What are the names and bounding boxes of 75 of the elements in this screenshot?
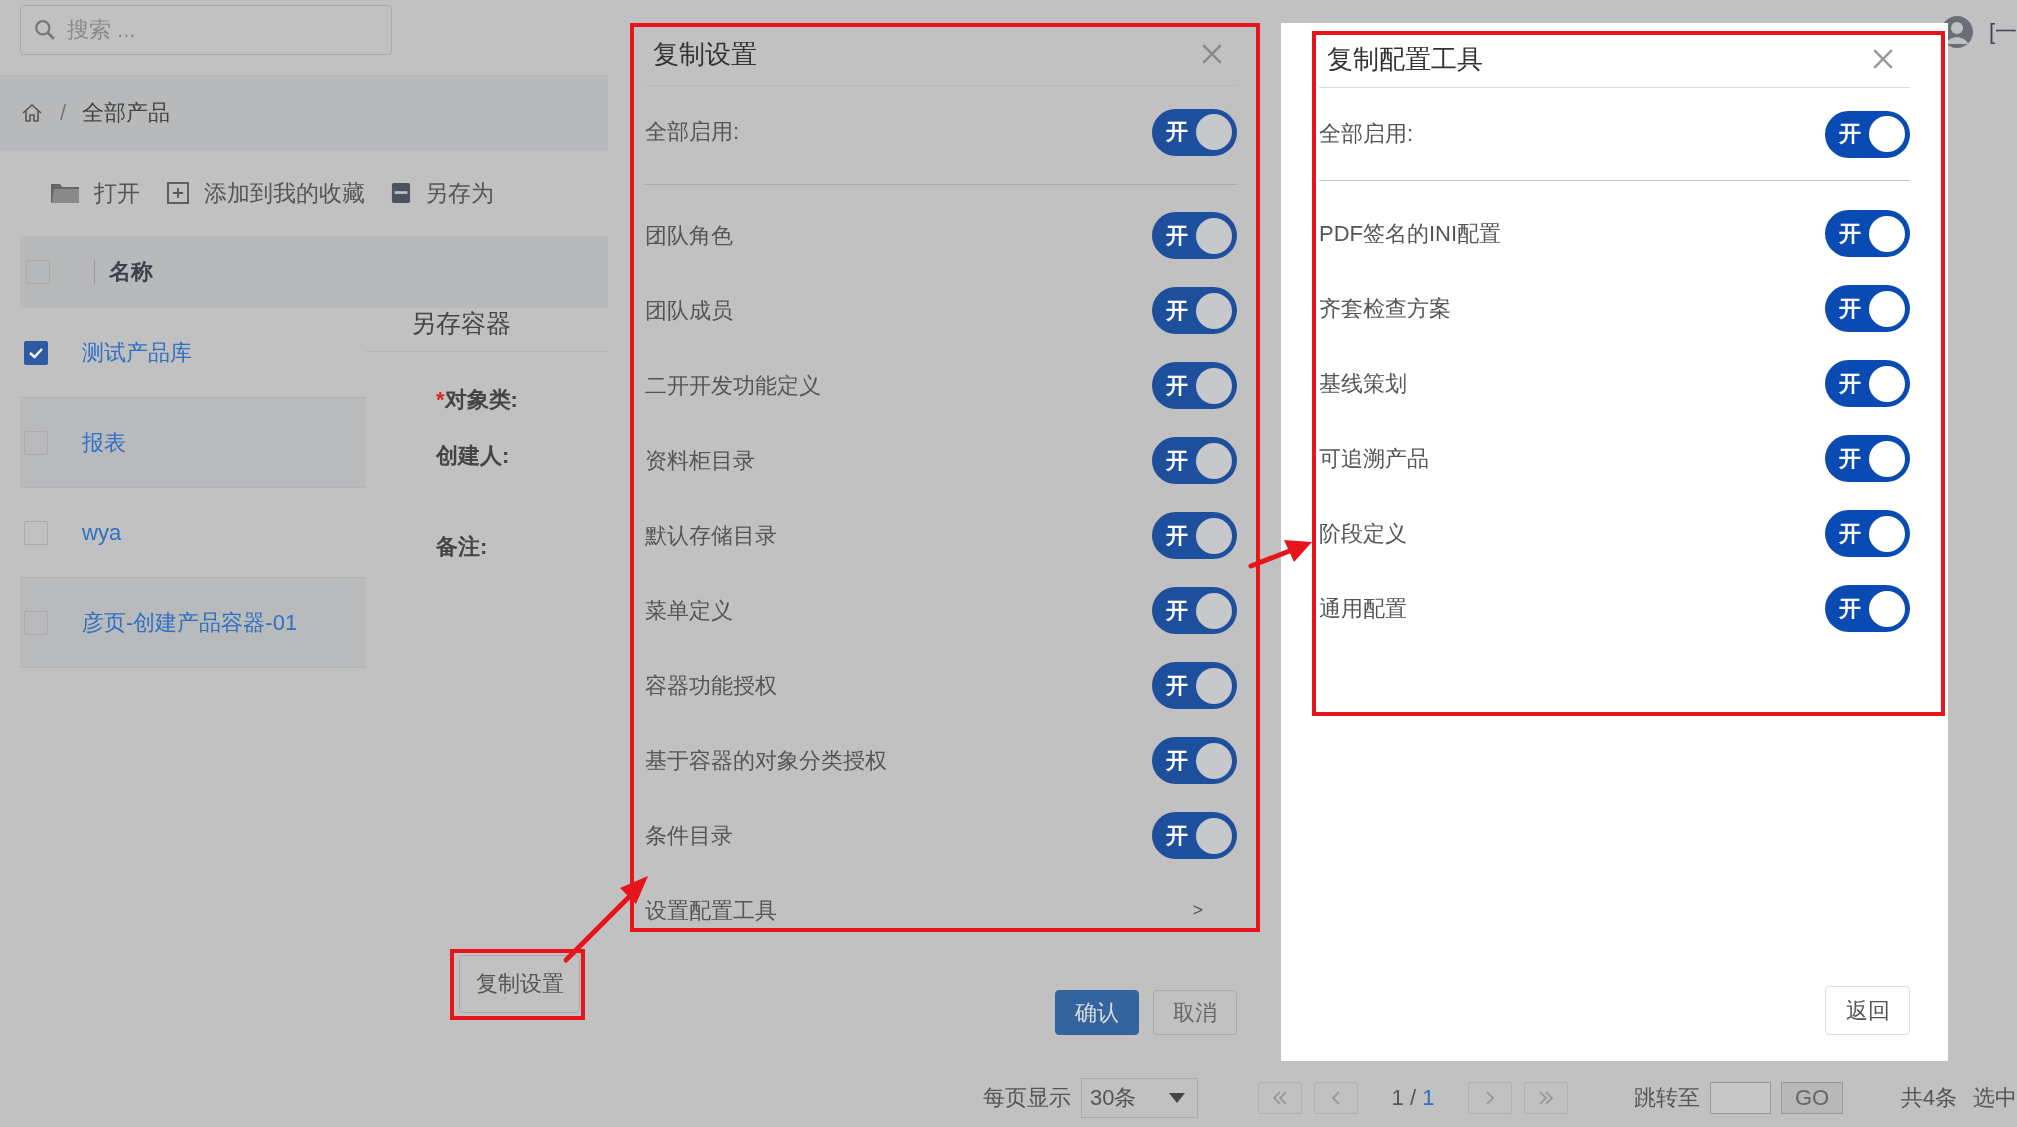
copy-settings-button[interactable]: 复制设置	[459, 955, 580, 1013]
chevron-right-icon	[1485, 1091, 1496, 1105]
toggle-switch[interactable]: 开	[1152, 287, 1237, 334]
page-size-select[interactable]: 30条	[1081, 1078, 1198, 1118]
total-count: 共4条	[1900, 1084, 1957, 1112]
page-size-label: 每页显示	[983, 1084, 1071, 1112]
column-header: 名称	[109, 258, 153, 286]
panel-title: 另存容器	[366, 296, 608, 352]
dialog-title: 复制设置	[653, 37, 757, 71]
back-button[interactable]: 返回	[1825, 986, 1910, 1035]
toggle-switch[interactable]: 开	[1825, 360, 1910, 407]
toggle-switch[interactable]: 开	[1825, 510, 1910, 557]
dialog-button[interactable]: 确认	[1055, 990, 1139, 1035]
dialog-title: 复制配置工具	[1327, 42, 1483, 76]
breadcrumb-item[interactable]: 全部产品	[82, 97, 171, 128]
toggle-switch[interactable]: 开	[1152, 362, 1237, 409]
setting-label: 团队角色	[645, 221, 733, 250]
setting-label: 可追溯产品	[1319, 444, 1429, 473]
checkbox[interactable]	[24, 340, 48, 365]
toolbar-button[interactable]: 打开	[50, 177, 140, 209]
previous-page-button[interactable]	[1313, 1082, 1358, 1114]
settings-link-row[interactable]: 设置配置工具 >	[645, 873, 1237, 948]
setting-label: 条件目录	[645, 821, 733, 850]
toggle-switch[interactable]: 开	[1152, 737, 1237, 784]
drawer-icon	[391, 181, 411, 205]
setting-label: 通用配置	[1319, 594, 1407, 623]
setting-label: 菜单定义	[645, 596, 733, 625]
first-page-button[interactable]	[1257, 1082, 1302, 1114]
toggle-switch[interactable]: 开	[1825, 110, 1910, 158]
folder-icon	[50, 181, 80, 205]
search-icon	[34, 19, 56, 41]
caret-icon	[1168, 1093, 1185, 1103]
setting-label: PDF签名的INI配置	[1319, 219, 1502, 248]
last-page-button[interactable]	[1524, 1082, 1569, 1114]
jump-label: 跳转至	[1634, 1084, 1701, 1112]
close-icon[interactable]	[1201, 43, 1223, 65]
setting-label: 容器功能授权	[645, 671, 777, 700]
current-page: 1	[1391, 1085, 1404, 1110]
user-name[interactable]: [一	[1988, 17, 2017, 47]
chevron-left-icon	[1330, 1091, 1341, 1105]
toggle-switch[interactable]: 开	[1152, 662, 1237, 709]
double-chevron-right-icon	[1538, 1091, 1555, 1105]
page-separator: /	[1409, 1085, 1417, 1110]
toggle-switch[interactable]: 开	[1152, 587, 1237, 634]
toggle-switch[interactable]: 开	[1152, 512, 1237, 559]
setting-label: 二开开发功能定义	[645, 371, 821, 400]
setting-label: 团队成员	[645, 296, 733, 325]
setting-label: 基于容器的对象分类授权	[645, 746, 887, 775]
setting-label: 阶段定义	[1319, 519, 1407, 548]
setting-label: 基线策划	[1319, 369, 1407, 398]
toolbar-button[interactable]: 另存为	[391, 177, 494, 209]
toggle-switch[interactable]: 开	[1825, 585, 1910, 632]
breadcrumb-separator: /	[60, 99, 67, 126]
setting-label: 设置配置工具	[645, 896, 777, 925]
toggle-switch[interactable]: 开	[1152, 212, 1237, 259]
toggle-switch[interactable]: 开	[1825, 435, 1910, 482]
toggle-switch[interactable]: 开	[1152, 108, 1237, 156]
double-chevron-left-icon	[1271, 1091, 1288, 1105]
toggle-switch[interactable]: 开	[1152, 437, 1237, 484]
toolbar-button[interactable]: 添加到我的收藏	[166, 177, 365, 209]
total-pages: 1	[1422, 1085, 1435, 1110]
caret-icon: >	[1192, 900, 1203, 921]
toggle-switch[interactable]: 开	[1825, 285, 1910, 332]
add-square-icon	[166, 181, 190, 205]
page-input[interactable]	[1710, 1082, 1772, 1114]
toggle-switch[interactable]: 开	[1825, 210, 1910, 257]
close-icon[interactable]	[1872, 48, 1894, 70]
toggle-switch[interactable]: 开	[1152, 812, 1237, 859]
setting-label: 齐套检查方案	[1319, 294, 1451, 323]
setting-label: 全部启用:	[645, 118, 740, 146]
selected-count: 选中	[1973, 1084, 2017, 1112]
next-page-button[interactable]	[1468, 1082, 1513, 1114]
setting-label: 默认存储目录	[645, 521, 777, 550]
setting-label: 全部启用:	[1319, 120, 1414, 148]
setting-label: 资料柜目录	[645, 446, 755, 475]
